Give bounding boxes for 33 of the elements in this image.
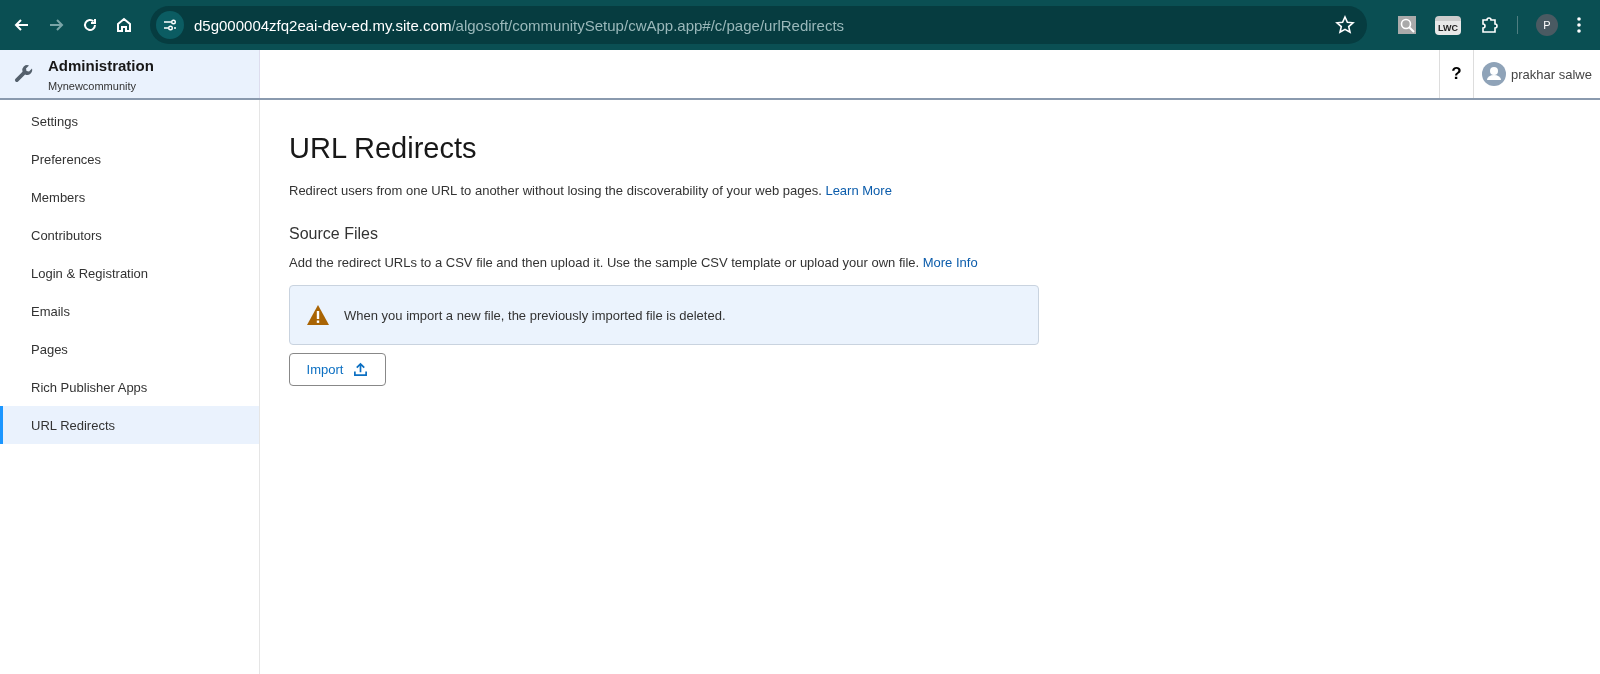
sidebar-item[interactable]: Pages: [0, 330, 259, 368]
site-settings-icon[interactable]: [156, 11, 184, 39]
more-info-link[interactable]: More Info: [922, 255, 978, 270]
upload-icon: [353, 362, 369, 377]
puzzle-icon[interactable]: [1479, 15, 1499, 35]
user-name[interactable]: prakhar salwe: [1511, 66, 1592, 82]
profile-avatar[interactable]: P: [1536, 14, 1558, 36]
sidebar-item[interactable]: Login & Registration: [0, 254, 259, 292]
header-title: Administration: [48, 56, 154, 74]
learn-more-link[interactable]: Learn More: [825, 183, 892, 198]
sidebar-item[interactable]: URL Redirects: [0, 406, 259, 444]
extension-badge[interactable]: LWC: [1435, 15, 1461, 35]
sidebar-item[interactable]: Settings: [0, 102, 259, 140]
sidebar-item[interactable]: Contributors: [0, 216, 259, 254]
warning-text: When you import a new file, the previously imported file is deleted.: [344, 307, 726, 323]
address-bar[interactable]: d5g000004zfq2eai-dev-ed.my.site.com/algosoft/communitySetup/cwApp.app#/c/page/urlRedirects: [150, 6, 1367, 44]
sidebar-item[interactable]: Preferences: [0, 140, 259, 178]
section-title: Source Files: [289, 225, 379, 243]
url-text: d5g000004zfq2eai-dev-ed.my.site.com/algosoft/communitySetup/cwApp.app#/c/page/urlRedirects: [194, 16, 846, 34]
menu-icon[interactable]: [1576, 15, 1582, 35]
star-icon[interactable]: [1335, 15, 1355, 35]
magnifier-icon[interactable]: [1397, 15, 1417, 35]
sidebar-item[interactable]: Rich Publisher Apps: [0, 368, 259, 406]
community-name: Mynewcommunity: [48, 79, 138, 92]
page-title: URL Redirects: [289, 132, 478, 165]
home-icon[interactable]: [114, 15, 134, 35]
sidebar-item[interactable]: Emails: [0, 292, 259, 330]
section-description: Add the redirect URLs to a CSV file and then upload it. Use the sample CSV template or upload your own file. More Info: [289, 255, 979, 270]
avatar-icon[interactable]: [1482, 62, 1507, 86]
warning-icon: [306, 304, 330, 326]
import-button[interactable]: Import: [289, 353, 386, 386]
sidebar-item[interactable]: Members: [0, 178, 259, 216]
page-description: Redirect users from one URL to another without losing the discoverability of your web pages. Learn More: [289, 183, 893, 198]
